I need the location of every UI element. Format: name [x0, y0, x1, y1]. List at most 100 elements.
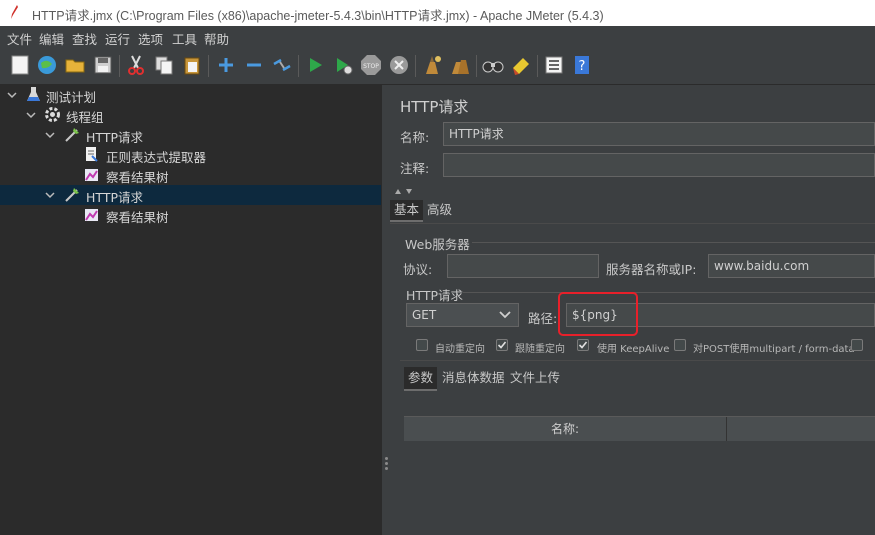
window-title-bar: HTTP请求.jmx (C:\Program Files (x86)\apach… — [0, 0, 875, 26]
http-request-editor: HTTP请求 名称: HTTP请求 注释: 基本 高级 Web服务器 协议: 服… — [390, 85, 875, 535]
toggle-icon[interactable] — [271, 54, 293, 76]
column-value-header[interactable] — [727, 417, 875, 441]
menu-help[interactable]: 帮助 — [204, 29, 229, 48]
server-name-field[interactable]: www.baidu.com — [708, 254, 875, 278]
checkmark-icon — [497, 341, 507, 349]
protocol-field[interactable] — [447, 254, 599, 278]
chevron-down-icon[interactable] — [499, 311, 511, 319]
chevron-down-icon[interactable] — [45, 130, 55, 140]
tree-item-view-results-tree-2[interactable]: 察看结果树 — [0, 205, 381, 225]
tree-item-view-results-tree-1[interactable]: 察看结果树 — [0, 165, 381, 185]
menu-options[interactable]: 选项 — [138, 29, 163, 48]
params-table-header: 名称: — [404, 416, 875, 441]
stop-icon[interactable]: STOP — [360, 54, 382, 76]
chevron-down-icon[interactable] — [45, 190, 55, 200]
tree-item-thread-group[interactable]: 线程组 — [0, 105, 381, 125]
function-helper-icon[interactable] — [543, 54, 565, 76]
shutdown-icon[interactable] — [388, 54, 410, 76]
group-border — [472, 242, 875, 243]
multipart-checkbox[interactable] — [674, 339, 686, 351]
splitter-grip — [385, 462, 388, 465]
comment-label: 注释: — [400, 161, 430, 176]
menu-run[interactable]: 运行 — [105, 29, 130, 48]
tree-item-http-request-1[interactable]: HTTP请求 — [0, 125, 381, 145]
svg-text:STOP: STOP — [363, 63, 379, 70]
listener-icon — [85, 209, 98, 221]
keepalive-checkbox[interactable] — [577, 339, 589, 351]
new-icon[interactable] — [9, 54, 31, 76]
reset-search-icon[interactable] — [510, 54, 532, 76]
tree-item-label: HTTP请求 — [86, 190, 143, 205]
sampler-icon — [65, 128, 79, 142]
tree-item-label: 察看结果树 — [106, 210, 169, 225]
auto-redirect-label: 自动重定向 — [435, 344, 485, 355]
clear-all-icon[interactable] — [449, 54, 471, 76]
name-field[interactable]: HTTP请求 — [443, 122, 875, 146]
web-server-group-title: Web服务器 — [405, 237, 470, 252]
http-request-group-title: HTTP请求 — [406, 288, 463, 303]
tree-item-label: HTTP请求 — [86, 130, 143, 145]
splitter-grip — [385, 467, 388, 470]
browser-headers-checkbox[interactable] — [851, 339, 863, 351]
follow-redirect-checkbox[interactable] — [496, 339, 508, 351]
extractor-icon — [86, 147, 98, 162]
save-icon[interactable] — [92, 54, 114, 76]
params-table-body — [404, 441, 875, 535]
window-title: HTTP请求.jmx (C:\Program Files (x86)\apach… — [32, 9, 604, 23]
templates-icon[interactable] — [36, 54, 58, 76]
listener-icon — [85, 169, 98, 181]
tab-advanced[interactable]: 高级 — [427, 200, 452, 220]
menu-file[interactable]: 文件 — [7, 29, 32, 48]
toolbar-separator — [119, 55, 120, 77]
tab-body-data[interactable]: 消息体数据 — [442, 367, 505, 389]
toolbar: STOP ? — [0, 47, 875, 85]
paste-icon[interactable] — [181, 54, 203, 76]
menu-search[interactable]: 查找 — [72, 29, 97, 48]
protocol-label: 协议: — [403, 262, 433, 277]
auto-redirect-checkbox[interactable] — [416, 339, 428, 351]
thread-group-icon — [45, 107, 60, 122]
start-icon[interactable] — [304, 54, 326, 76]
start-no-pause-icon[interactable] — [332, 54, 354, 76]
toolbar-separator — [208, 55, 209, 77]
search-icon[interactable] — [482, 54, 504, 76]
tab-basic[interactable]: 基本 — [390, 200, 424, 222]
toolbar-separator — [298, 55, 299, 77]
name-label: 名称: — [400, 130, 430, 145]
tree-item-regex-extractor[interactable]: 正则表达式提取器 — [0, 145, 381, 165]
test-plan-icon — [27, 87, 40, 101]
tab-parameters[interactable]: 参数 — [404, 367, 438, 391]
tree-item-label: 线程组 — [66, 110, 104, 125]
chevron-down-icon[interactable] — [7, 90, 17, 100]
divider — [400, 360, 875, 361]
toolbar-separator — [415, 55, 416, 77]
path-label: 路径: — [528, 311, 558, 326]
tab-file-upload[interactable]: 文件上传 — [510, 367, 560, 389]
toolbar-separator — [476, 55, 477, 77]
copy-icon[interactable] — [153, 54, 175, 76]
collapse-icon[interactable] — [243, 54, 265, 76]
collapse-arrows-icon[interactable] — [394, 187, 416, 195]
multipart-label: 对POST使用multipart / form-data — [693, 344, 855, 355]
menu-edit[interactable]: 编辑 — [39, 29, 64, 48]
cut-icon[interactable] — [125, 54, 147, 76]
menu-tools[interactable]: 工具 — [172, 29, 197, 48]
highlight-annotation — [558, 292, 638, 336]
comment-field[interactable] — [443, 153, 875, 177]
checkmark-icon — [578, 341, 588, 349]
tree-item-test-plan[interactable]: 测试计划 — [0, 85, 381, 105]
panel-title: HTTP请求 — [400, 98, 469, 116]
tree-item-http-request-2[interactable]: HTTP请求 — [0, 185, 381, 205]
group-border — [463, 292, 875, 293]
column-name-header[interactable]: 名称: — [404, 417, 727, 441]
tree-item-label: 测试计划 — [46, 90, 97, 105]
keepalive-label: 使用 KeepAlive — [597, 344, 670, 355]
chevron-down-icon[interactable] — [26, 110, 36, 120]
tab-divider — [390, 223, 875, 224]
clear-icon[interactable] — [421, 54, 443, 76]
expand-icon[interactable] — [215, 54, 237, 76]
server-name-label: 服务器名称或IP: — [606, 262, 697, 277]
method-value: GET — [412, 308, 437, 322]
open-icon[interactable] — [64, 54, 86, 76]
help-icon[interactable]: ? — [571, 54, 593, 76]
